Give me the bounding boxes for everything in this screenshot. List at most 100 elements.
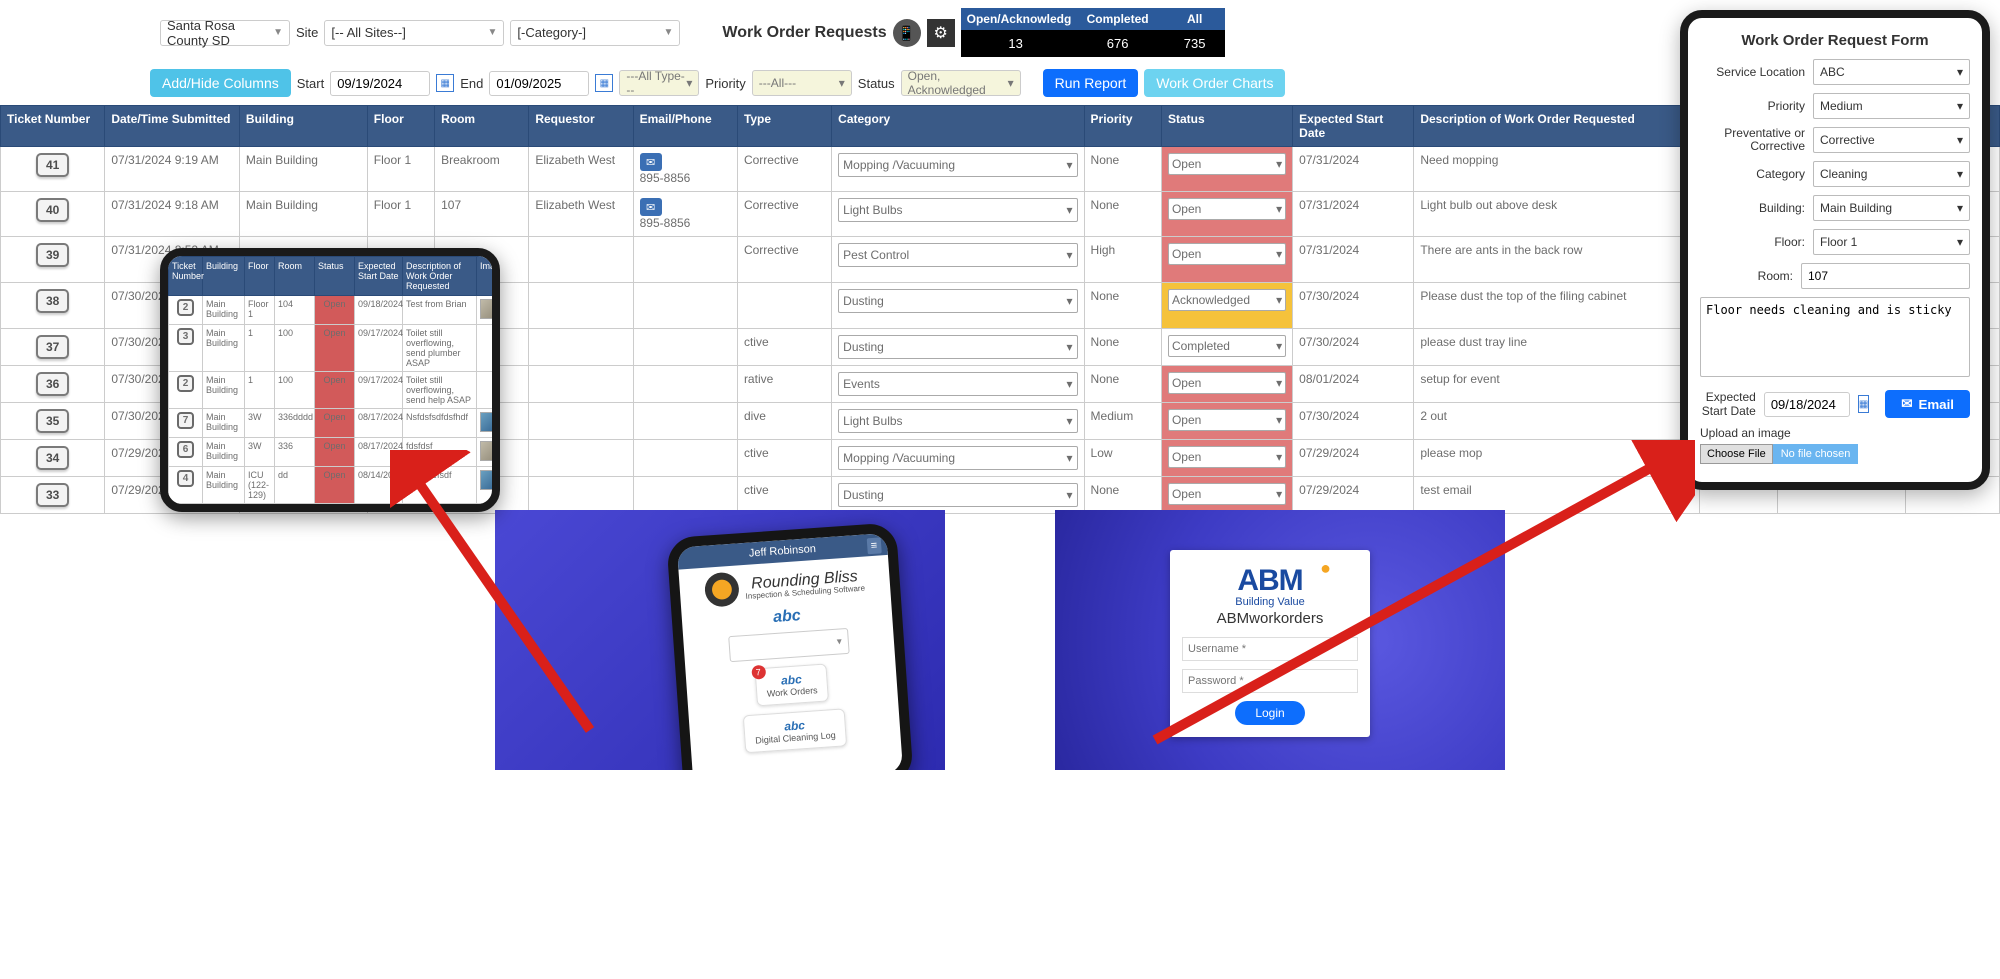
stats-completed-label: Completed — [1071, 8, 1165, 30]
th-status[interactable]: Status — [1161, 106, 1292, 147]
category-select-cell[interactable]: Events▾ — [838, 372, 1077, 396]
form-category-select[interactable]: Cleaning▾ — [1813, 161, 1970, 187]
th-building[interactable]: Building — [239, 106, 367, 147]
run-report-button[interactable]: Run Report — [1043, 69, 1139, 97]
start-date-input[interactable] — [330, 71, 430, 96]
cell-expected: 07/30/2024 — [1293, 329, 1414, 366]
form-expected-input[interactable] — [1764, 392, 1850, 417]
work-orders-tile[interactable]: 7abcWork Orders — [754, 663, 829, 706]
username-input[interactable] — [1182, 637, 1358, 661]
form-location-select[interactable]: ABC▾ — [1813, 59, 1970, 85]
cell-priority: None — [1084, 477, 1161, 514]
ticket-button[interactable]: 6 — [177, 441, 195, 458]
status-select-cell[interactable]: Open▾ — [1168, 372, 1286, 394]
email-button[interactable]: ✉Email — [1885, 390, 1970, 418]
th-floor[interactable]: Floor — [367, 106, 434, 147]
type-select[interactable]: ---All Type---▾ — [619, 70, 699, 96]
mail-icon[interactable]: ✉ — [640, 198, 662, 216]
phone-icon[interactable]: 📱 — [893, 19, 921, 47]
status-select-cell[interactable]: Open▾ — [1168, 198, 1286, 220]
priority-select[interactable]: ---All---▾ — [752, 70, 852, 96]
cell-room: 100 — [275, 325, 315, 372]
ticket-button[interactable]: 36 — [36, 372, 69, 396]
tile-label: Work Orders — [767, 685, 818, 699]
form-room-input[interactable] — [1801, 263, 1970, 289]
category-select-cell[interactable]: Mopping /Vacuuming▾ — [838, 153, 1077, 177]
district-select[interactable]: Santa Rosa County SD▼ — [160, 20, 290, 46]
category-select-cell[interactable]: Light Bulbs▾ — [838, 198, 1077, 222]
ticket-button[interactable]: 35 — [36, 409, 69, 433]
status-select[interactable]: Open, Acknowledged▾ — [901, 70, 1021, 96]
cell-priority: None — [1084, 192, 1161, 237]
end-date-input[interactable] — [489, 71, 589, 96]
status-select-cell[interactable]: Open▾ — [1168, 483, 1286, 505]
status-select-cell[interactable]: Completed▾ — [1168, 335, 1286, 357]
form-notes-textarea[interactable] — [1700, 297, 1970, 377]
stats-open-value: 13 — [961, 30, 1071, 57]
menu-icon[interactable]: ≡ — [866, 537, 882, 554]
ticket-button[interactable]: 7 — [177, 412, 195, 429]
ticket-button[interactable]: 38 — [36, 289, 69, 313]
cleaning-log-tile[interactable]: abcDigital Cleaning Log — [742, 708, 847, 753]
th-expected[interactable]: Expected Start Date — [1293, 106, 1414, 147]
th-room[interactable]: Room — [435, 106, 529, 147]
category-select-cell[interactable]: Mopping /Vacuuming▾ — [838, 446, 1077, 470]
mail-icon[interactable]: ✉ — [640, 153, 662, 171]
calendar-icon[interactable]: ▦ — [595, 74, 613, 92]
th-type[interactable]: Type — [737, 106, 831, 147]
status-select-cell[interactable]: Acknowledged▾ — [1168, 289, 1286, 311]
th-submitted[interactable]: Date/Time Submitted — [105, 106, 240, 147]
th-priority[interactable]: Priority — [1084, 106, 1161, 147]
login-button[interactable]: Login — [1235, 701, 1304, 725]
no-file-chosen: No file chosen — [1773, 444, 1859, 464]
table-row: 6Main Building3W336Open08/17/2024fdsfdsf — [169, 438, 501, 467]
category-select-cell[interactable]: Dusting▾ — [838, 335, 1077, 359]
th-ticket[interactable]: Ticket Number — [1, 106, 105, 147]
cell-type: rative — [737, 366, 831, 403]
th-category[interactable]: Category — [832, 106, 1084, 147]
cell-requestor — [529, 283, 633, 329]
category-select[interactable]: [-Category-]▼ — [510, 20, 680, 46]
form-building-select[interactable]: Main Building▾ — [1813, 195, 1970, 221]
ticket-button[interactable]: 2 — [177, 375, 195, 392]
chevron-down-icon: ▾ — [1957, 99, 1963, 113]
ticket-button[interactable]: 2 — [177, 299, 195, 316]
ticket-button[interactable]: 4 — [177, 470, 195, 487]
phone-dropdown[interactable]: ▾ — [728, 628, 850, 662]
th-email[interactable]: Email/Phone — [633, 106, 737, 147]
category-select-cell[interactable]: Light Bulbs▾ — [838, 409, 1077, 433]
site-select[interactable]: [-- All Sites--]▼ — [324, 20, 504, 46]
stats-open-label: Open/Acknowledged — [961, 8, 1071, 30]
form-prev-select[interactable]: Corrective▾ — [1813, 127, 1970, 153]
th-requestor[interactable]: Requestor — [529, 106, 633, 147]
cell-expected: 09/17/2024 — [355, 372, 403, 409]
addhide-columns-button[interactable]: Add/Hide Columns — [150, 69, 291, 97]
mth-building: Building — [203, 257, 245, 296]
ticket-button[interactable]: 40 — [36, 198, 69, 222]
calendar-icon[interactable]: ▦ — [436, 74, 454, 92]
ticket-button[interactable]: 41 — [36, 153, 69, 177]
status-select-cell[interactable]: Open▾ — [1168, 409, 1286, 431]
form-priority-select[interactable]: Medium▾ — [1813, 93, 1970, 119]
category-select-cell[interactable]: Pest Control▾ — [838, 243, 1077, 267]
password-input[interactable] — [1182, 669, 1358, 693]
ticket-button[interactable]: 37 — [36, 335, 69, 359]
page-title: Work Order Requests — [722, 24, 886, 42]
work-order-charts-button[interactable]: Work Order Charts — [1144, 69, 1285, 97]
ticket-button[interactable]: 34 — [36, 446, 69, 470]
cell-floor: ICU (122-129) — [245, 467, 275, 504]
calendar-icon[interactable]: ▦ — [1858, 395, 1869, 413]
status-select-cell[interactable]: Open▾ — [1168, 243, 1286, 265]
ticket-button[interactable]: 3 — [177, 328, 195, 345]
status-select-cell[interactable]: Open▾ — [1168, 153, 1286, 175]
category-select-cell[interactable]: Dusting▾ — [838, 289, 1077, 313]
ticket-button[interactable]: 39 — [36, 243, 69, 267]
form-floor-select[interactable]: Floor 1▾ — [1813, 229, 1970, 255]
ticket-button[interactable]: 33 — [36, 483, 69, 507]
status-select-cell[interactable]: Open▾ — [1168, 446, 1286, 468]
cell-image — [477, 372, 501, 409]
choose-file-button[interactable]: Choose File — [1700, 444, 1773, 464]
category-select-cell[interactable]: Dusting▾ — [838, 483, 1077, 507]
th-desc[interactable]: Description of Work Order Requested — [1414, 106, 1700, 147]
gear-icon[interactable]: ⚙ — [927, 19, 955, 47]
